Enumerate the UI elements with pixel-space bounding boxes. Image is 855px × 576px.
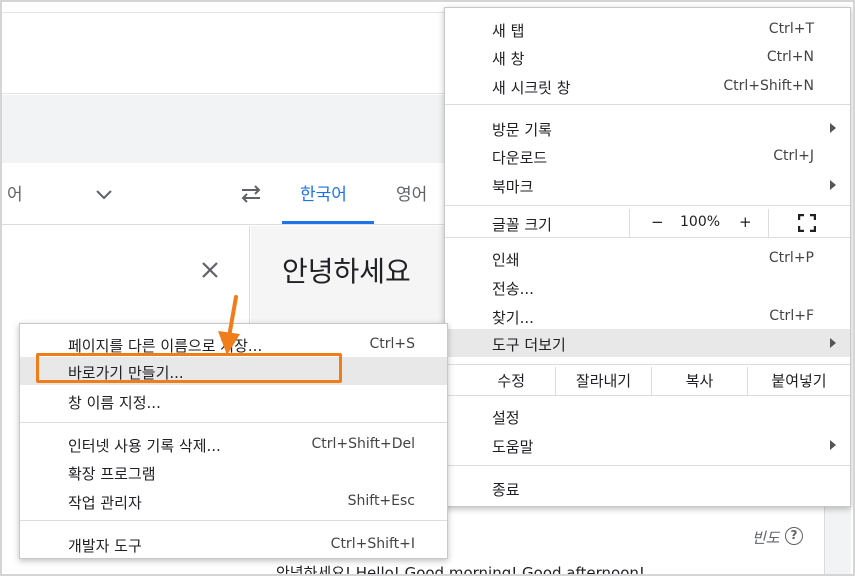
menu-item-new-tab[interactable]: 새 탭 Ctrl+T — [445, 15, 850, 43]
frequency-label: 빈도 — [752, 529, 780, 547]
menu-divider — [20, 520, 447, 521]
menu-shortcut: Ctrl+S — [369, 336, 415, 352]
zoom-label: 글꼴 크기 — [492, 216, 552, 234]
menu-item-new-window[interactable]: 새 창 Ctrl+N — [445, 43, 850, 71]
menu-label: 북마크 — [492, 178, 534, 196]
submenu-item-name-window[interactable]: 창 이름 지정... — [20, 387, 447, 415]
active-tab-underline — [282, 221, 374, 224]
menu-label: 새 탭 — [492, 22, 525, 40]
zoom-out-button[interactable]: − — [651, 213, 664, 231]
menu-label: 전송... — [492, 280, 534, 298]
scrollbar[interactable] — [824, 505, 851, 574]
menu-item-help[interactable]: 도움말 — [445, 431, 850, 459]
menu-item-exit[interactable]: 종료 — [445, 474, 850, 502]
target-language-tab[interactable]: 한국어 — [300, 180, 347, 205]
menu-label: 설정 — [492, 409, 520, 427]
menu-label: 종료 — [492, 481, 520, 499]
menu-divider — [20, 422, 447, 423]
menu-item-incognito[interactable]: 새 시크릿 창 Ctrl+Shift+N — [445, 72, 850, 100]
menu-label: 도움말 — [492, 438, 534, 456]
menu-label: 작업 관리자 — [68, 494, 142, 512]
pointer-arrow-icon — [218, 295, 240, 355]
edit-row: 수정 잘라내기 복사 붙여넣기 — [445, 367, 850, 395]
example-text-partial: 안녕하세요! Hello! Good morning! Good afterno… — [276, 564, 645, 576]
menu-divider — [445, 205, 850, 206]
menu-divider — [445, 104, 850, 105]
submenu-arrow-icon — [830, 180, 836, 190]
page-gray-strip — [2, 95, 446, 163]
menu-shortcut: Ctrl+Shift+N — [723, 78, 814, 94]
zoom-in-button[interactable]: + — [739, 213, 752, 231]
zoom-control: − 100% + — [629, 209, 769, 237]
menu-item-cast[interactable]: 전송... — [445, 273, 850, 301]
menu-divider — [445, 465, 850, 466]
submenu-arrow-icon — [830, 338, 836, 348]
menu-label: 창 이름 지정... — [68, 394, 161, 412]
page-top-bar — [2, 12, 446, 94]
english-language-tab[interactable]: 영어 — [396, 180, 427, 205]
menu-shortcut: Ctrl+J — [773, 148, 814, 164]
menu-label: 다운로드 — [492, 149, 548, 167]
menu-item-settings[interactable]: 설정 — [445, 402, 850, 430]
menu-shortcut: Ctrl+Shift+Del — [311, 436, 415, 452]
fullscreen-icon[interactable] — [798, 214, 816, 232]
submenu-item-dev-tools[interactable]: 개발자 도구 Ctrl+Shift+I — [20, 530, 447, 558]
clear-text-icon[interactable] — [200, 260, 220, 280]
help-icon[interactable]: ? — [785, 527, 803, 545]
menu-label: 방문 기록 — [492, 121, 552, 139]
menu-shortcut: Ctrl+N — [766, 49, 814, 65]
menu-label: 확장 프로그램 — [68, 465, 156, 483]
menu-label: 개발자 도구 — [68, 537, 142, 555]
submenu-item-task-manager[interactable]: 작업 관리자 Shift+Esc — [20, 487, 447, 515]
menu-item-more-tools[interactable]: 도구 더보기 — [445, 329, 850, 357]
translated-text: 안녕하세요 — [282, 255, 411, 288]
paste-button[interactable]: 붙여넣기 — [747, 367, 850, 395]
language-bar — [2, 163, 446, 225]
menu-shortcut: Ctrl+F — [769, 308, 814, 324]
menu-label: 도구 더보기 — [492, 336, 566, 354]
menu-shortcut: Ctrl+Shift+I — [330, 536, 415, 552]
menu-item-history[interactable]: 방문 기록 — [445, 114, 850, 142]
menu-divider — [445, 237, 850, 238]
menu-item-downloads[interactable]: 다운로드 Ctrl+J — [445, 142, 850, 170]
menu-shortcut: Shift+Esc — [347, 493, 415, 509]
menu-label: 인쇄 — [492, 251, 520, 269]
menu-label: 새 시크릿 창 — [492, 79, 571, 97]
submenu-arrow-icon — [830, 440, 836, 450]
submenu-arrow-icon — [830, 123, 836, 133]
zoom-row: 글꼴 크기 − 100% + — [445, 209, 850, 237]
menu-shortcut: Ctrl+T — [768, 21, 814, 37]
menu-item-find[interactable]: 찾기... Ctrl+F — [445, 302, 850, 330]
highlight-box — [36, 353, 342, 383]
chevron-down-icon[interactable] — [94, 184, 114, 204]
source-language-tab[interactable]: 어 — [7, 180, 23, 205]
edit-label: 수정 — [497, 372, 525, 390]
menu-label: 새 창 — [492, 50, 525, 68]
menu-divider — [445, 364, 850, 365]
swap-languages-icon[interactable] — [238, 183, 264, 205]
copy-button[interactable]: 복사 — [651, 367, 747, 395]
menu-label: 인터넷 사용 기록 삭제... — [68, 437, 221, 455]
cut-button[interactable]: 잘라내기 — [555, 367, 651, 395]
submenu-item-clear-data[interactable]: 인터넷 사용 기록 삭제... Ctrl+Shift+Del — [20, 430, 447, 458]
zoom-level: 100% — [680, 214, 721, 230]
menu-divider — [445, 395, 850, 396]
chrome-main-menu: 새 탭 Ctrl+T 새 창 Ctrl+N 새 시크릿 창 Ctrl+Shift… — [444, 7, 851, 507]
menu-item-bookmarks[interactable]: 북마크 — [445, 171, 850, 199]
menu-shortcut: Ctrl+P — [768, 250, 814, 266]
menu-item-print[interactable]: 인쇄 Ctrl+P — [445, 244, 850, 272]
submenu-item-extensions[interactable]: 확장 프로그램 — [20, 458, 447, 486]
menu-label: 찾기... — [492, 309, 534, 327]
